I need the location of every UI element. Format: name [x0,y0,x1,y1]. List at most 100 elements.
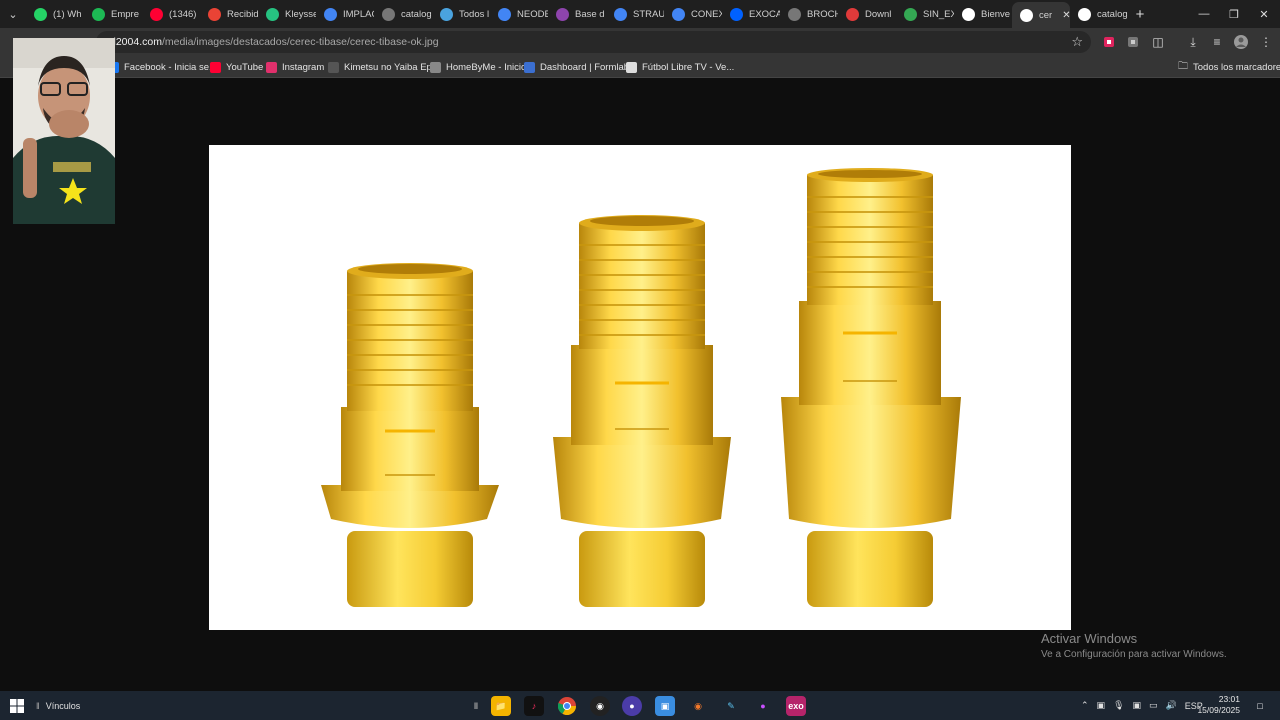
all-bookmarks-label: Todos los marcadores [1193,61,1280,73]
tab-7[interactable]: catalog [374,3,432,25]
menu-kebab-icon[interactable]: ⋮ [1258,34,1274,50]
whatsapp-icon [34,7,47,21]
app-purple-icon[interactable]: ● [622,696,642,716]
google-icon [614,7,627,21]
tab-2[interactable]: Empre [84,3,142,25]
tab-search-button[interactable]: ⌄ [0,0,26,28]
abutment-tall [781,168,961,607]
bookmark-item[interactable]: Facebook - Inicia se... [108,59,217,75]
tab-13[interactable]: EXOCA [722,3,780,25]
close-tab-icon[interactable]: ✕ [1062,10,1070,21]
tab-label: (1) Wh [53,8,82,20]
all-bookmarks-folder[interactable]: 🗀 Todos los marcadores [1178,59,1280,75]
download-icon[interactable]: ⤓ [1185,34,1201,50]
clock[interactable]: 23:01 15/09/2025 [1197,694,1240,716]
app-pen-icon[interactable]: ✎ [721,696,741,716]
tab-label: SIN_EX [923,8,954,20]
google-icon [672,7,685,21]
bookmark-item[interactable]: HomeByMe - Inicio [430,59,526,75]
globe-icon [788,7,801,21]
site-icon [556,7,569,21]
extension-pocket-icon[interactable] [1101,34,1117,50]
bookmark-item[interactable]: Fútbol Libre TV - Ve... [626,59,734,75]
tab-label: Base d [575,8,605,20]
close-icon: ✕ [1259,8,1269,21]
bookmark-item[interactable]: Dashboard | Formlabs [524,59,634,75]
site-icon [440,7,453,21]
chrome-icon[interactable] [557,696,577,716]
abutment-short [321,263,499,607]
google-icon [324,7,337,21]
tab-17[interactable]: Bienve [954,3,1012,25]
obs-icon[interactable]: ◉ [590,696,610,716]
tab-label: IMPLAC [343,8,374,20]
gear-green-icon [92,7,105,21]
tab-5[interactable]: Kleysse [258,3,316,25]
tab-3[interactable]: (1346) [142,3,200,25]
youtube-icon [210,61,221,73]
bookmark-item[interactable]: Instagram [266,59,324,75]
microphone-icon[interactable]: 🎙 [1113,700,1124,711]
system-tray: ⌃ ▣ 🎙 ▣ ▭ 🔊 ESP [1081,691,1203,720]
network-icon[interactable]: ▭ [1149,700,1158,711]
tab-label: (1346) [169,8,197,20]
youtube-icon [150,7,163,21]
tray-storage-icon[interactable]: ▣ [1133,700,1142,711]
tray-app-icon[interactable]: ▣ [1097,700,1106,711]
tiktok-icon[interactable]: ♪ [524,696,544,716]
bookmark-label: Fútbol Libre TV - Ve... [642,61,735,73]
tab-4[interactable]: Recibid [200,3,258,25]
volume-icon[interactable]: 🔊 [1166,700,1177,711]
tray-chevron-icon[interactable]: ⌃ [1081,700,1089,711]
address-bar[interactable]: d2004.com/media/images/destacados/cerec-… [96,31,1091,53]
tab-14[interactable]: BROCH [780,3,838,25]
tab-10[interactable]: Base d [548,3,606,25]
windows-taskbar: ‖ Vínculos ‖ 📁 ♪ ◉ ● ▣ ◉ ✎ ● exo ⌃ ▣ 🎙 ▣… [0,691,1280,720]
url-path: /media/images/destacados/cerec-tibase/ce… [161,36,439,48]
tab-label: Recibid [227,8,258,20]
gmail-icon [208,7,221,21]
tab-label: BROCH [807,8,838,20]
tab-1[interactable]: (1) Wh [26,3,84,25]
restore-button[interactable]: ❐ [1218,0,1250,28]
site-icon [962,7,975,21]
exocad-icon[interactable]: exo [786,696,806,716]
folder-icon: 🗀 [1178,60,1188,72]
reading-list-icon[interactable]: ≡ [1209,34,1225,50]
tab-label: Kleysse [285,8,316,20]
tab-11[interactable]: STRAU [606,3,664,25]
extensions-puzzle-icon[interactable]: ◫ [1150,34,1166,50]
notifications-icon[interactable]: □ [1250,696,1270,716]
page-content: Activar Windows Ve a Configuración para … [0,79,1280,691]
tab-9[interactable]: NEODE [490,3,548,25]
extension-icon-2[interactable] [1125,34,1141,50]
tab-strip: ⌄ (1) Wh Empre (1346) Recibid Kleysse IMPLAC c… [0,0,1280,28]
tab-12[interactable]: CONEX [664,3,722,25]
displayed-image [209,145,1071,630]
browser-toolbar: d2004.com/media/images/destacados/cerec-… [0,28,1280,56]
tab-18[interactable]: cer ✕ [1012,2,1070,28]
new-tab-button[interactable]: + [1128,3,1152,25]
tab-19[interactable]: catalog [1070,3,1128,25]
tab-label: Empre [111,8,139,20]
close-window-button[interactable]: ✕ [1248,0,1280,28]
site-icon [1078,7,1091,21]
app-pin-icon[interactable]: ● [753,696,773,716]
url-host: d2004.com [110,36,162,48]
tab-16[interactable]: SIN_EX [896,3,954,25]
app-blue-icon[interactable]: ▣ [655,696,675,716]
links-toolbar[interactable]: ‖ Vínculos [36,691,80,720]
profile-avatar[interactable] [1233,34,1249,50]
tab-6[interactable]: IMPLAC [316,3,374,25]
tab-label: Todos l [459,8,490,20]
start-button[interactable] [7,696,27,716]
blender-icon[interactable]: ◉ [688,696,708,716]
file-explorer-icon[interactable]: 📁 [491,696,511,716]
bookmark-item[interactable]: YouTube [210,59,263,75]
bookmark-star-icon[interactable]: ☆ [1071,34,1083,50]
tab-8[interactable]: Todos l [432,3,490,25]
bookmark-item[interactable]: Kimetsu no Yaiba Ep... [328,59,440,75]
tab-15[interactable]: Downl [838,3,896,25]
minimize-button[interactable]: — [1188,0,1220,28]
site-icon [846,7,859,21]
